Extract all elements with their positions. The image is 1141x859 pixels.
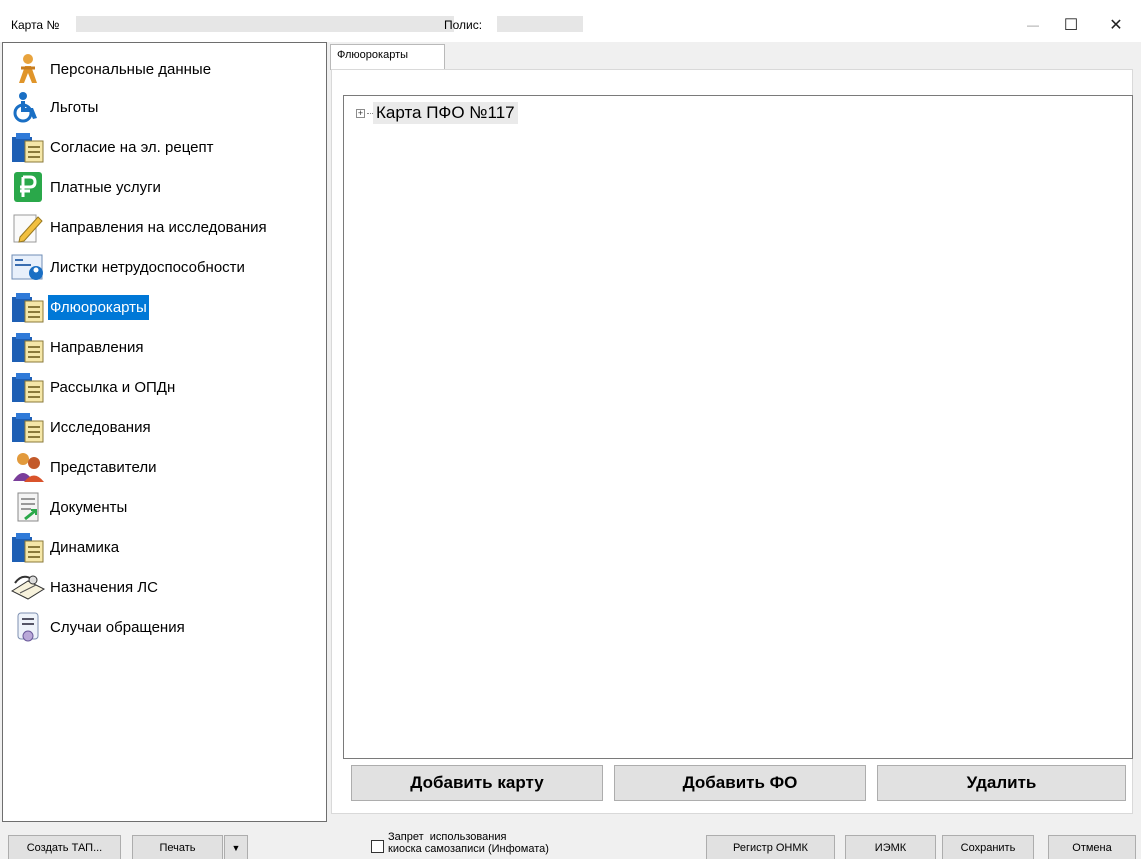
sidebar-item-label: Динамика bbox=[50, 538, 120, 556]
save-button[interactable]: Сохранить bbox=[942, 835, 1034, 859]
sidebar-item-fluoro-cards[interactable]: Флюорокарты bbox=[8, 289, 326, 325]
sidebar-item-documents[interactable]: Документы bbox=[8, 489, 326, 525]
cancel-button[interactable]: Отмена bbox=[1048, 835, 1136, 859]
tree-node[interactable]: + Карта ПФО №117 bbox=[356, 102, 518, 124]
print-dropdown-button[interactable]: ▼ bbox=[224, 835, 248, 859]
print-button[interactable]: Печать bbox=[132, 835, 223, 859]
policy-number-redacted bbox=[497, 16, 583, 32]
sidebar-item-referrals[interactable]: Направления bbox=[8, 329, 326, 365]
sidebar-item-research-referrals[interactable]: Направления на исследования bbox=[8, 209, 326, 245]
sidebar-item-sick-leave[interactable]: Листки нетрудоспособности bbox=[8, 249, 326, 285]
create-tap-button[interactable]: Создать ТАП... bbox=[8, 835, 121, 859]
sidebar-item-benefits[interactable]: Льготы bbox=[8, 89, 326, 125]
folder-icon bbox=[8, 330, 48, 364]
title-bar: Карта № Полис: — ☐ ✕ bbox=[0, 0, 1141, 42]
tree-node-label[interactable]: Карта ПФО №117 bbox=[373, 102, 518, 124]
close-button[interactable]: ✕ bbox=[1096, 10, 1136, 40]
sidebar-item-label: Представители bbox=[50, 458, 157, 476]
sidebar-item-label: Направления на исследования bbox=[50, 218, 267, 236]
sidebar-item-representatives[interactable]: Представители bbox=[8, 449, 326, 485]
folder-icon bbox=[8, 130, 48, 164]
person-icon bbox=[8, 52, 48, 86]
add-fo-button[interactable]: Добавить ФО bbox=[614, 765, 866, 801]
folder-icon bbox=[8, 370, 48, 404]
close-icon: ✕ bbox=[1109, 17, 1123, 34]
case-icon bbox=[8, 610, 48, 644]
maximize-button[interactable]: ☐ bbox=[1051, 10, 1091, 40]
wheelchair-icon bbox=[8, 90, 48, 124]
folder-icon bbox=[8, 410, 48, 444]
sidebar-item-label: Льготы bbox=[50, 98, 99, 116]
sidebar-item-drug-prescriptions[interactable]: Назначения ЛС bbox=[8, 569, 326, 605]
kiosk-label-line2: киоска самозаписи (Инфомата) bbox=[388, 843, 549, 855]
prescription-icon bbox=[8, 570, 48, 604]
patient-card-window: Карта № Полис: — ☐ ✕ Персональные данные… bbox=[0, 0, 1141, 859]
tab-label: Флюорокарты bbox=[337, 49, 409, 61]
kiosk-restriction-label: Запрет использования киоска самозаписи (… bbox=[388, 831, 549, 855]
kiosk-restriction-checkbox[interactable] bbox=[371, 840, 384, 853]
sidebar-item-dynamics[interactable]: Динамика bbox=[8, 529, 326, 565]
iemk-button[interactable]: ИЭМК bbox=[845, 835, 936, 859]
sidebar-item-label: Документы bbox=[50, 498, 128, 516]
ruble-icon bbox=[8, 170, 48, 204]
card-number-label: Карта № bbox=[11, 18, 60, 32]
sidebar-item-cases[interactable]: Случаи обращения bbox=[8, 609, 326, 645]
sidebar-item-label: Платные услуги bbox=[50, 178, 161, 196]
sidebar-item-label: Флюорокарты bbox=[48, 294, 149, 320]
folder-icon bbox=[8, 530, 48, 564]
policy-label: Полис: bbox=[444, 18, 483, 32]
add-card-button[interactable]: Добавить карту bbox=[351, 765, 603, 801]
sidebar-item-label: Направления bbox=[50, 338, 144, 356]
sidebar: Персональные данные Льготы Согласие на э… bbox=[2, 42, 327, 822]
document-icon bbox=[8, 490, 48, 524]
minimize-icon: — bbox=[1027, 18, 1039, 32]
kiosk-label-line1: Запрет использования bbox=[388, 831, 507, 843]
card-number-redacted bbox=[76, 16, 454, 32]
sidebar-item-mailing-opdn[interactable]: Рассылка и ОПДн bbox=[8, 369, 326, 405]
sidebar-item-label: Согласие на эл. рецепт bbox=[50, 138, 214, 156]
sidebar-item-e-prescription-consent[interactable]: Согласие на эл. рецепт bbox=[8, 129, 326, 165]
sick-leave-icon bbox=[8, 250, 48, 284]
sidebar-item-label: Рассылка и ОПДн bbox=[50, 378, 176, 396]
folder-icon bbox=[8, 290, 48, 324]
sidebar-item-label: Персональные данные bbox=[50, 60, 212, 78]
people-icon bbox=[8, 450, 48, 484]
sidebar-item-personal-data[interactable]: Персональные данные bbox=[8, 51, 326, 87]
tab-fluoro-cards[interactable]: Флюорокарты bbox=[330, 44, 445, 70]
chevron-down-icon: ▼ bbox=[231, 842, 241, 853]
minimize-button[interactable]: — bbox=[1013, 10, 1053, 40]
sidebar-item-label: Листки нетрудоспособности bbox=[50, 258, 245, 276]
sidebar-item-paid-services[interactable]: Платные услуги bbox=[8, 169, 326, 205]
register-onmk-button[interactable]: Регистр ОНМК bbox=[706, 835, 835, 859]
sidebar-item-label: Случаи обращения bbox=[50, 618, 185, 636]
expand-icon[interactable]: + bbox=[356, 108, 365, 118]
kiosk-restriction-checkbox-group[interactable]: Запрет использования киоска самозаписи (… bbox=[371, 831, 549, 855]
fluoro-cards-tree[interactable]: + Карта ПФО №117 bbox=[343, 95, 1133, 759]
sidebar-item-label: Назначения ЛС bbox=[50, 578, 158, 596]
delete-button[interactable]: Удалить bbox=[877, 765, 1126, 801]
maximize-icon: ☐ bbox=[1063, 17, 1079, 34]
sidebar-item-research[interactable]: Исследования bbox=[8, 409, 326, 445]
pencil-icon bbox=[8, 210, 48, 244]
sidebar-item-label: Исследования bbox=[50, 418, 151, 436]
